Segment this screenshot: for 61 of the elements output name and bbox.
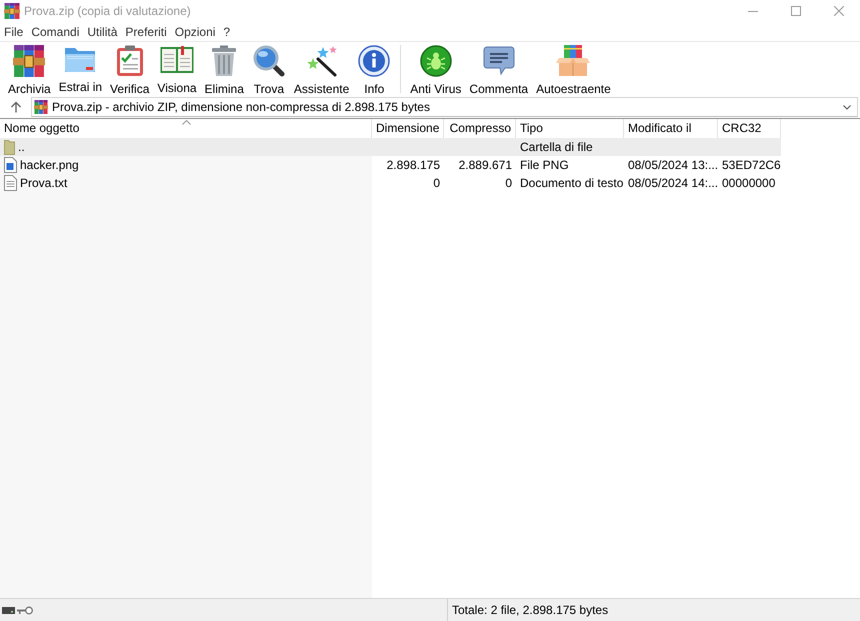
packed-size: 0 [505,175,512,192]
file-row[interactable]: Prova.txt 0 0 Documento di testo 08/05/2024 14:... 00000000 [0,174,781,192]
toolbar-button[interactable]: Autoestraente [532,42,615,96]
file-name: .. [18,139,25,156]
menu-item[interactable]: Preferiti [121,24,171,40]
trash-icon [211,44,238,76]
file-size: 0 [433,175,440,192]
packed-size: 2.889.671 [458,157,512,174]
file-type: File PNG [520,157,569,174]
window-title: Prova.zip (copia di valutazione) [24,3,192,20]
clipboard-check-icon [116,44,144,76]
info-icon [358,44,390,76]
toolbar-button[interactable]: Estrai in [54,42,106,96]
file-size: 2.898.175 [386,157,440,174]
menu-item[interactable]: ? [219,24,234,40]
toolbar-button[interactable]: Elimina [200,42,248,96]
crc-value: 00000000 [722,175,776,192]
status-text: Totale: 2 file, 2.898.175 bytes [451,602,608,619]
close-icon [834,6,844,16]
text-file-icon [4,175,17,191]
toolbar-button[interactable]: Archivia [4,42,55,96]
menu-item[interactable]: File [0,24,28,40]
speech-bubble-icon [482,46,515,76]
path-combo-box[interactable]: Prova.zip - archivio ZIP, dimensione non-compressa di 2.898.175 bytes [31,97,858,117]
maximize-icon [790,6,800,16]
modified-date: 08/05/2024 13:... [628,157,718,174]
toolbar-button[interactable]: Info [353,42,396,96]
path-text: Prova.zip - archivio ZIP, dimensione non-compressa di 2.898.175 bytes [52,99,431,116]
image-file-icon [4,157,17,173]
file-type: Cartella di file [520,139,593,156]
menu-item[interactable]: Opzioni [170,24,220,40]
file-name: Prova.txt [20,175,68,192]
open-book-icon [160,46,194,74]
toolbar-button[interactable]: Verifica [106,42,154,96]
toolbar-button[interactable]: Anti Virus [406,42,466,96]
books-icon [4,3,20,19]
toolbar-button[interactable]: Assistente [290,42,354,96]
search-icon [252,44,285,76]
crc-value: 53ED72C6 [722,157,781,174]
folder-icon [64,46,96,72]
up-arrow-icon [10,101,22,113]
bug-icon [420,44,452,76]
magic-wand-icon [306,44,338,76]
file-row[interactable]: hacker.png 2.898.175 2.889.671 File PNG 08/05/2024 13:... 53ED72C6 [0,156,781,174]
drive-icon [2,606,15,614]
toolbar-button[interactable]: Visiona [153,42,201,96]
dropdown-caret-icon [843,104,851,110]
books-icon [34,100,48,114]
key-icon [17,606,33,614]
file-row[interactable]: .. Cartella di file [0,138,781,156]
minimize-icon [748,10,758,12]
box-icon [556,45,590,76]
file-name: hacker.png [20,157,79,174]
menu-item[interactable]: Utilità [83,24,122,40]
toolbar-button[interactable]: Commenta [465,42,532,96]
modified-date: 08/05/2024 14:... [628,175,718,192]
toolbar-button[interactable]: Trova [248,42,290,96]
menu-item[interactable]: Comandi [27,24,84,40]
books-icon [13,44,46,76]
file-type: Documento di testo [520,175,624,192]
folder-icon [4,140,15,154]
